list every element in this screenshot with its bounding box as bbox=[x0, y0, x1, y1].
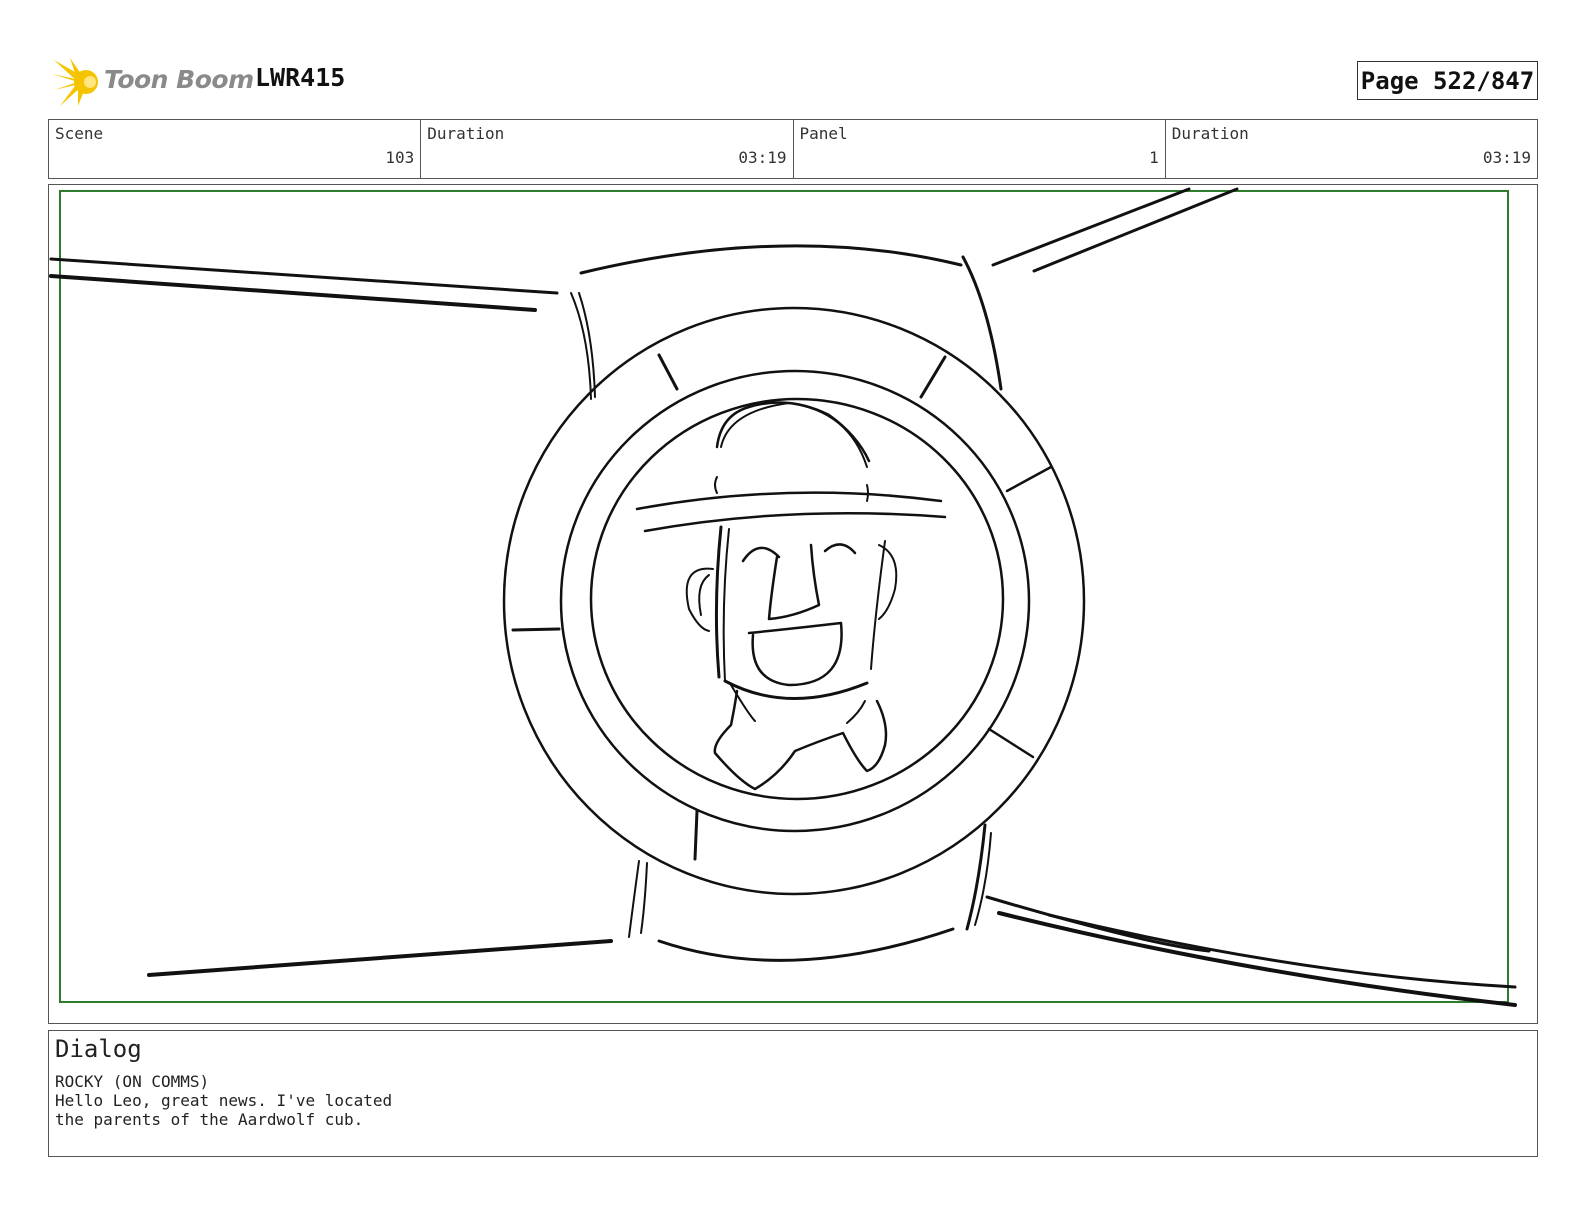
panel-duration-cell: Duration 03:19 bbox=[1166, 120, 1537, 178]
page-number: Page 522/847 bbox=[1357, 61, 1538, 100]
panel-duration-label: Duration bbox=[1171, 124, 1249, 143]
panel-duration-value: 03:19 bbox=[1482, 148, 1531, 167]
panel-cell: Panel 1 bbox=[794, 120, 1166, 178]
scene-value: 103 bbox=[385, 148, 415, 167]
scene-info-table: Scene 103 Duration 03:19 Panel 1 Duratio… bbox=[48, 119, 1538, 179]
panel-value: 1 bbox=[1149, 148, 1159, 167]
scene-cell: Scene 103 bbox=[49, 120, 422, 178]
toon-boom-burst-icon bbox=[52, 58, 98, 106]
scene-label: Scene bbox=[55, 124, 104, 143]
safe-frame bbox=[59, 190, 1509, 1003]
scene-duration-cell: Duration 03:19 bbox=[421, 120, 794, 178]
scene-duration-label: Duration bbox=[427, 124, 505, 143]
dialog-line: ROCKY (ON COMMS) bbox=[55, 1072, 210, 1091]
toon-boom-logo: Toon Boom bbox=[52, 56, 254, 108]
project-title: LWR415 bbox=[255, 63, 346, 92]
dialog-line: Hello Leo, great news. I've located bbox=[55, 1091, 393, 1110]
dialog-box: Dialog ROCKY (ON COMMS) Hello Leo, great… bbox=[48, 1030, 1538, 1157]
storyboard-panel bbox=[48, 184, 1538, 1024]
sketch-lines bbox=[49, 187, 1517, 1007]
dialog-line: the parents of the Aardwolf cub. bbox=[55, 1110, 364, 1129]
scene-duration-value: 03:19 bbox=[738, 148, 787, 167]
dialog-text: ROCKY (ON COMMS) Hello Leo, great news. … bbox=[55, 1072, 392, 1129]
panel-sketch bbox=[49, 187, 1517, 1007]
logo-text: Toon Boom bbox=[104, 65, 254, 94]
dialog-title: Dialog bbox=[55, 1035, 142, 1063]
panel-label: Panel bbox=[799, 124, 848, 143]
